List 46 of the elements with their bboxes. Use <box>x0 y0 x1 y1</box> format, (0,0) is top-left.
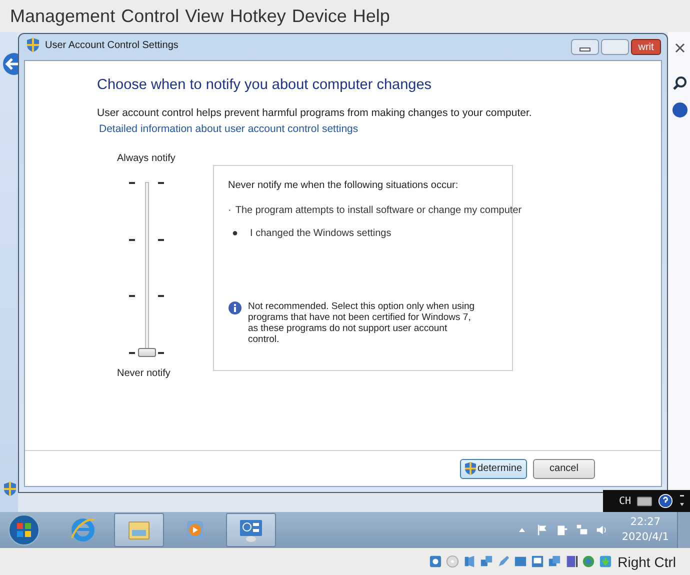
minimize-button[interactable] <box>571 39 599 55</box>
search-icon[interactable] <box>672 75 688 91</box>
host-key-label: Right Ctrl <box>618 554 676 570</box>
optical-disc-icon[interactable] <box>446 555 459 568</box>
menu-item[interactable]: View <box>185 6 224 26</box>
taskbar-button[interactable] <box>114 513 164 547</box>
power-icon[interactable] <box>556 524 568 536</box>
taskbar-button[interactable] <box>226 513 276 547</box>
window-title: User Account Control Settings <box>45 40 180 50</box>
ok-button[interactable]: determine <box>460 458 527 478</box>
menu-item[interactable]: Management <box>10 6 116 26</box>
slider-label: Never notify <box>117 368 170 379</box>
shield-icon <box>464 462 476 475</box>
menu-item[interactable]: Hotkey <box>230 6 286 26</box>
slider-thumb[interactable] <box>138 348 156 357</box>
bullet-marker: · <box>228 205 232 216</box>
slider-label: Always notify <box>117 153 176 164</box>
browser-icon <box>69 516 97 544</box>
keyboard-icon[interactable] <box>637 494 652 508</box>
windows-icon[interactable] <box>548 555 561 568</box>
info-title: Never notify me when the following situations occur: <box>228 180 460 191</box>
menu-item[interactable]: Help <box>352 6 390 26</box>
download-icon[interactable] <box>598 555 612 568</box>
shield-icon <box>4 482 16 496</box>
flag-icon[interactable] <box>536 524 548 536</box>
globe-icon[interactable] <box>582 555 595 568</box>
close-icon[interactable] <box>674 42 686 54</box>
shield-icon <box>27 38 39 52</box>
audio-icon[interactable] <box>462 555 476 568</box>
start-button[interactable] <box>8 514 40 546</box>
menu-item[interactable]: Control <box>121 6 180 26</box>
pencil-icon[interactable] <box>496 555 510 568</box>
heading: Choose when to notify you about computer changes <box>97 77 433 93</box>
bullet-marker: ● <box>232 228 238 239</box>
display-icon[interactable] <box>530 555 544 568</box>
bullet-text: The program attempts to install software or change my computer <box>235 205 522 216</box>
close-button[interactable]: writ <box>631 39 661 55</box>
warning-text: Not recommended. Select this option only when using programs that have not been certified for Windows 7, as these programs do not support user account control. <box>248 301 476 345</box>
info-icon <box>228 301 242 315</box>
cancel-button[interactable]: cancel <box>533 458 595 478</box>
bullet-text: I changed the Windows settings <box>250 228 392 239</box>
language-indicator[interactable]: CH <box>619 496 632 506</box>
help-link[interactable]: Detailed information about user account control settings <box>99 123 358 135</box>
description-text: User account control helps prevent harmful programs from making changes to your computer. <box>97 107 533 119</box>
menu-item[interactable]: Device <box>292 6 347 26</box>
volume-icon[interactable] <box>596 524 608 536</box>
